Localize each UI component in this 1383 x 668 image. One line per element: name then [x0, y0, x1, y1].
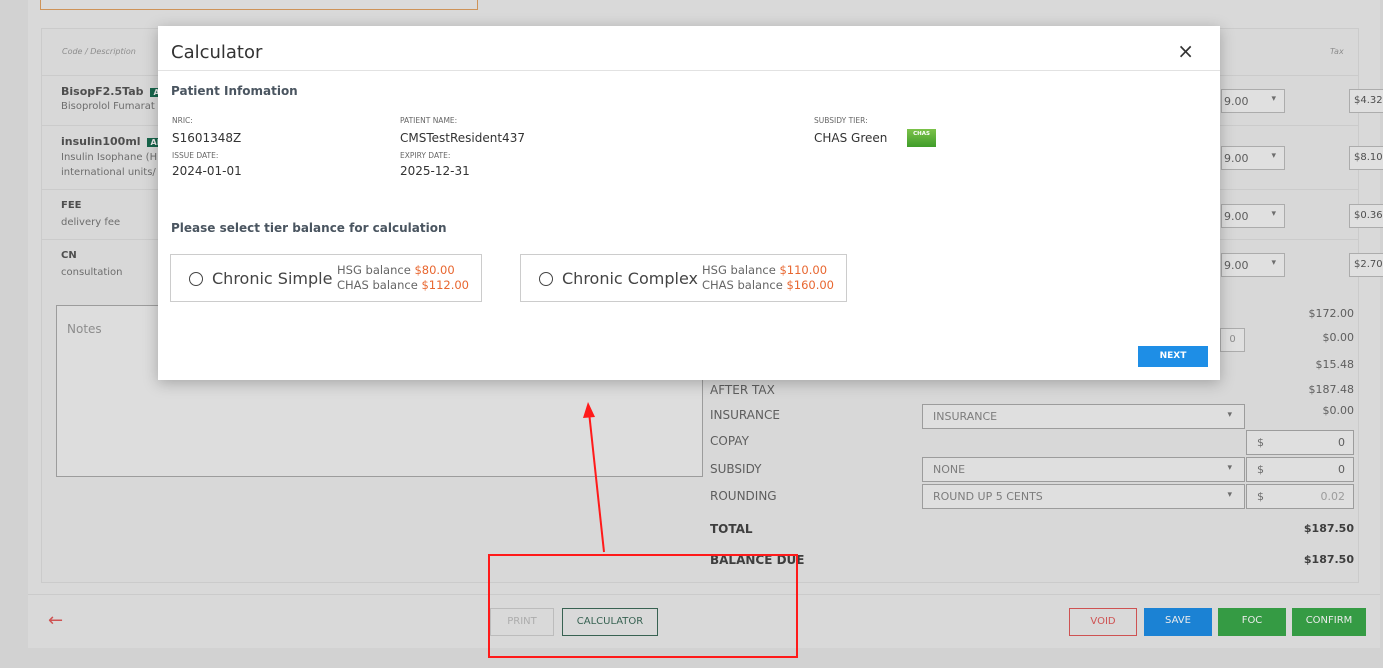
- annotation-box: [488, 554, 798, 658]
